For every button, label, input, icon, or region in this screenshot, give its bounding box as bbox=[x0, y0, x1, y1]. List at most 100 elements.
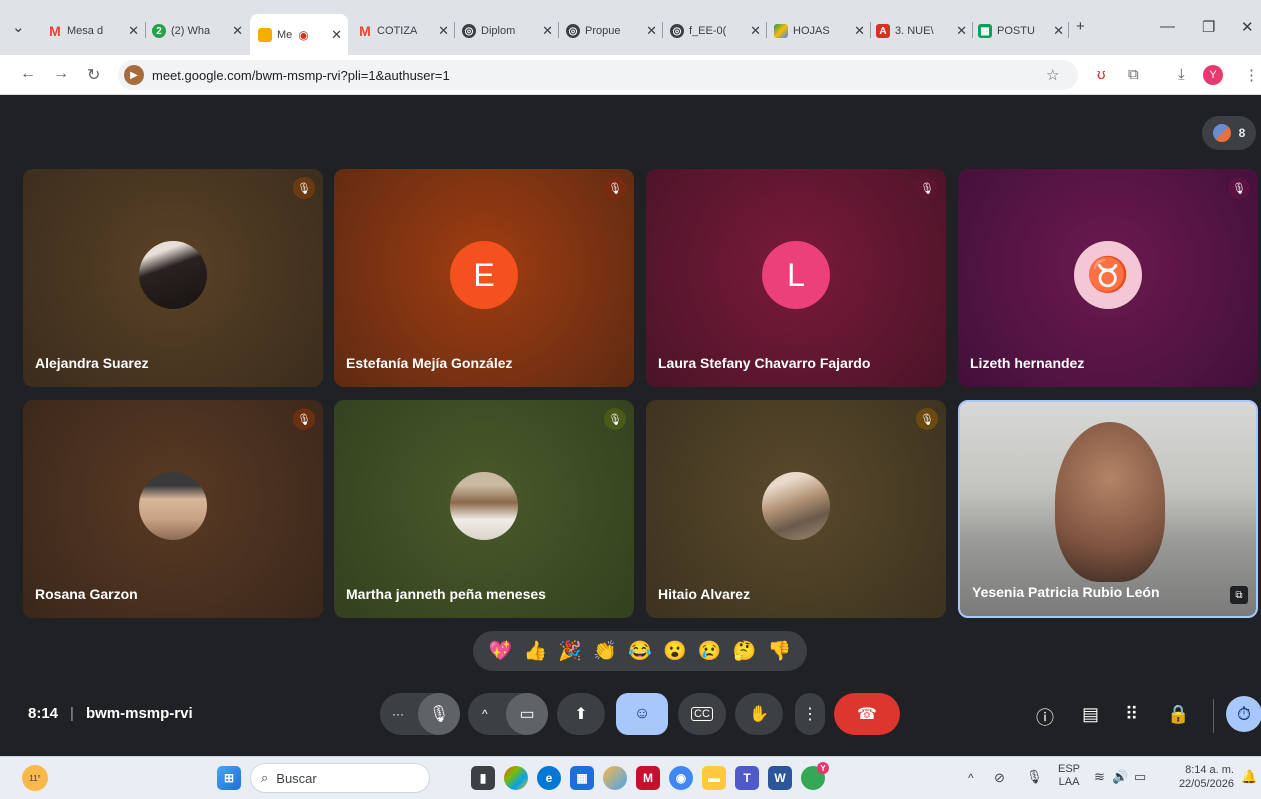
volume-icon[interactable]: 🔊 bbox=[1112, 769, 1128, 785]
participant-tile[interactable]: 🎙 Rosana Garzon bbox=[23, 400, 323, 618]
close-tab-icon[interactable]: ✕ bbox=[232, 23, 243, 39]
search-icon: ⌕ bbox=[261, 770, 269, 785]
pip-icon[interactable]: ⧉ bbox=[1230, 586, 1248, 604]
notifications-icon[interactable]: 🔔 bbox=[1241, 769, 1257, 785]
profile-avatar[interactable]: Y bbox=[1203, 65, 1223, 85]
tab-7[interactable]: HOJAS ✕ bbox=[774, 18, 869, 44]
chevron-up-icon[interactable]: ^ bbox=[482, 707, 488, 721]
more-options-button[interactable]: ⋮ bbox=[795, 693, 825, 735]
reaction-thinking[interactable]: 🤔 bbox=[733, 639, 757, 663]
weather-widget[interactable]: 11° bbox=[22, 765, 48, 791]
participant-tile[interactable]: ♉ 🎙 Lizeth hernandez bbox=[958, 169, 1258, 387]
tab-0[interactable]: M Mesa d ✕ bbox=[48, 18, 143, 44]
emoji-reactions-button[interactable]: ☺ bbox=[616, 693, 668, 735]
info-icon[interactable]: ⓘ bbox=[1036, 704, 1054, 730]
close-tab-icon[interactable]: ✕ bbox=[1053, 23, 1064, 39]
close-tab-icon[interactable]: ✕ bbox=[128, 23, 139, 39]
system-clock[interactable]: 8:14 a. m. 22/05/2026 bbox=[1176, 763, 1234, 791]
present-screen-button[interactable]: ⬆ bbox=[557, 693, 605, 735]
participant-name: Hitaio Alvarez bbox=[658, 586, 751, 602]
participant-tile[interactable]: 🎙 Martha janneth peña meneses bbox=[334, 400, 634, 618]
participant-tile[interactable]: E 🎙 Estefanía Mejía González bbox=[334, 169, 634, 387]
camera-icon[interactable]: ▭ bbox=[506, 693, 548, 735]
reaction-party-popper[interactable]: 🎉 bbox=[558, 639, 582, 663]
start-button[interactable]: ⊞ bbox=[217, 766, 241, 790]
task-view-icon[interactable]: ▮ bbox=[471, 766, 495, 790]
close-tab-icon[interactable]: ✕ bbox=[750, 23, 761, 39]
chat-icon[interactable]: ▤ bbox=[1082, 704, 1099, 725]
taskbar-search[interactable]: ⌕ Buscar bbox=[250, 763, 430, 793]
restore-icon[interactable]: ❐ bbox=[1202, 18, 1215, 36]
chrome-profile-icon[interactable]: Y bbox=[801, 762, 829, 790]
leave-call-button[interactable]: ☎ bbox=[834, 693, 900, 735]
captions-icon: CC bbox=[691, 707, 713, 721]
battery-icon[interactable]: ▭ bbox=[1134, 769, 1146, 785]
tab-1[interactable]: 2 (2) Wha ✕ bbox=[152, 18, 247, 44]
location-off-icon[interactable]: ⊘ bbox=[994, 770, 1005, 786]
mic-muted-icon: 🎙 bbox=[1228, 177, 1250, 199]
reaction-laughing[interactable]: 😂 bbox=[628, 639, 652, 663]
minimize-icon[interactable]: — bbox=[1160, 18, 1175, 35]
close-tab-icon[interactable]: ✕ bbox=[438, 23, 449, 39]
tab-6[interactable]: ◎ f_EE-0( ✕ bbox=[670, 18, 765, 44]
participant-photo bbox=[139, 241, 207, 309]
tips-icon[interactable] bbox=[603, 766, 627, 790]
captions-button[interactable]: CC bbox=[678, 693, 726, 735]
edge-icon[interactable]: e bbox=[537, 766, 561, 790]
tab-4[interactable]: ◎ Diplom ✕ bbox=[462, 18, 557, 44]
store-icon[interactable]: ▦ bbox=[570, 766, 594, 790]
word-icon[interactable]: W bbox=[768, 766, 792, 790]
tab-3[interactable]: M COTIZA ✕ bbox=[358, 18, 453, 44]
teams-icon[interactable]: T bbox=[735, 766, 759, 790]
wifi-icon[interactable]: ≋ bbox=[1094, 769, 1105, 785]
download-icon[interactable]: ⤓ bbox=[1178, 66, 1185, 83]
file-explorer-icon[interactable]: ▬ bbox=[702, 766, 726, 790]
tab-2-active[interactable]: Me ◉ ✕ bbox=[250, 14, 348, 55]
extension-icon[interactable]: ʊ bbox=[1097, 66, 1106, 83]
reactions-bar: 💖 👍 🎉 👏 😂 😮 😢 🤔 👎 bbox=[473, 631, 807, 671]
participant-tile[interactable]: 🎙 Hitaio Alvarez bbox=[646, 400, 946, 618]
close-tab-icon[interactable]: ✕ bbox=[542, 23, 553, 39]
tray-overflow-icon[interactable]: ^ bbox=[968, 771, 974, 785]
tab-search-icon[interactable]: ⌄ bbox=[12, 18, 25, 36]
input-language[interactable]: ESP LAA bbox=[1058, 763, 1080, 789]
participants-button[interactable]: 8 bbox=[1202, 116, 1256, 150]
close-tab-icon[interactable]: ✕ bbox=[854, 23, 865, 39]
timer-icon[interactable]: ⏱ bbox=[1226, 696, 1261, 732]
mic-tray-icon[interactable]: 🎙 bbox=[1026, 769, 1043, 785]
close-tab-icon[interactable]: ✕ bbox=[956, 23, 967, 39]
close-tab-icon[interactable]: ✕ bbox=[646, 23, 657, 39]
participant-tile[interactable]: 🎙 Alejandra Suarez bbox=[23, 169, 323, 387]
reaction-clapping[interactable]: 👏 bbox=[593, 639, 617, 663]
activities-icon[interactable]: ⠿ bbox=[1125, 704, 1138, 725]
bookmark-star-icon[interactable]: ☆ bbox=[1046, 66, 1059, 84]
close-tab-icon[interactable]: ✕ bbox=[331, 27, 342, 43]
extensions-puzzle-icon[interactable]: ⧉ bbox=[1128, 66, 1139, 83]
close-window-icon[interactable]: ✕ bbox=[1241, 18, 1254, 36]
audio-options-icon[interactable]: ··· bbox=[392, 707, 404, 721]
new-tab-button[interactable]: + bbox=[1076, 18, 1085, 35]
reaction-crying[interactable]: 😢 bbox=[698, 639, 722, 663]
copilot-icon[interactable] bbox=[504, 766, 528, 790]
host-controls-icon[interactable]: 🔒 bbox=[1167, 704, 1189, 725]
reload-icon[interactable]: ↻ bbox=[87, 65, 100, 85]
address-bar[interactable]: ▶ meet.google.com/bwm-msmp-rvi?pli=1&aut… bbox=[118, 60, 1078, 90]
participant-tile-active-speaker[interactable]: Yesenia Patricia Rubio León ⧉ bbox=[958, 400, 1258, 618]
menu-kebab-icon[interactable]: ⋮ bbox=[1244, 66, 1259, 84]
chrome-icon[interactable]: ◉ bbox=[669, 766, 693, 790]
back-icon[interactable]: ← bbox=[20, 65, 36, 83]
reaction-thumbs-down[interactable]: 👎 bbox=[768, 639, 792, 663]
raise-hand-button[interactable]: ✋ bbox=[735, 693, 783, 735]
microphone-icon[interactable]: 🎙 bbox=[418, 693, 460, 735]
forward-icon[interactable]: → bbox=[53, 65, 69, 83]
tab-8[interactable]: A 3. NUE\ ✕ bbox=[876, 18, 971, 44]
tab-9[interactable]: ▦ POSTU ✕ bbox=[978, 18, 1068, 44]
reaction-thumbs-up[interactable]: 👍 bbox=[523, 639, 547, 663]
site-info-icon[interactable]: ▶ bbox=[124, 65, 144, 85]
reaction-sparkling-heart[interactable]: 💖 bbox=[489, 639, 513, 663]
participant-tile[interactable]: L 🎙 Laura Stefany Chavarro Fajardo bbox=[646, 169, 946, 387]
participant-name: Rosana Garzon bbox=[35, 586, 138, 602]
reaction-surprised[interactable]: 😮 bbox=[663, 639, 687, 663]
tab-5[interactable]: ◎ Propue ✕ bbox=[566, 18, 661, 44]
mcafee-icon[interactable]: M bbox=[636, 766, 660, 790]
